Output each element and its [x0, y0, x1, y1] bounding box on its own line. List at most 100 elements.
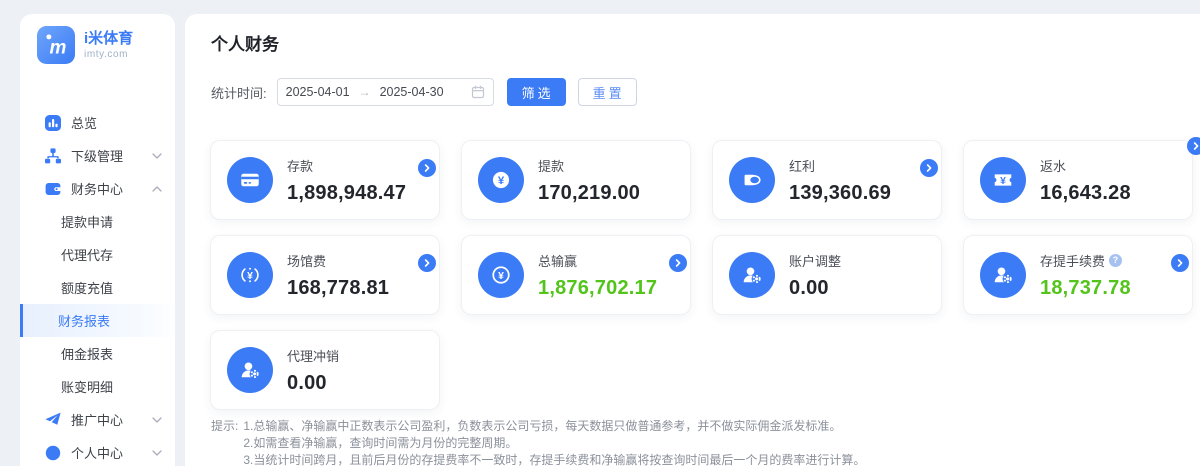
sitemap-icon [44, 147, 62, 165]
sidebar-subitem-label: 代理代存 [61, 245, 113, 264]
notes-prefix: 提示: [211, 418, 238, 466]
sidebar-item-label: 推广中心 [71, 410, 123, 429]
arrow-right-button[interactable] [669, 254, 687, 272]
sidebar-item-label: 总览 [71, 113, 97, 132]
svg-text:¥: ¥ [498, 175, 505, 187]
logo: m i米体育 imty.com [20, 14, 175, 64]
stat-card-value: 139,360.69 [789, 182, 891, 205]
sidebar-subitem[interactable]: 提款申请 [20, 205, 175, 238]
ticket-yuan-icon: ¥ [980, 157, 1026, 203]
coins-icon [729, 157, 775, 203]
sidebar-subitem-active[interactable]: 财务报表 [20, 304, 175, 337]
end-date-value: 2025-04-30 [380, 85, 444, 99]
chevron-down-icon [152, 153, 162, 159]
sidebar-subitem[interactable]: 佣金报表 [20, 337, 175, 370]
note-line: 2.如需查看净输赢，查询时间需为月份的完整周期。 [243, 435, 865, 452]
stat-cards: 存款 1,898,948.47 ¥ 提款 170,219.00 红利 139,360.69 ¥… [210, 140, 1200, 410]
notes: 提示: 1.总输赢、净输赢中正数表示公司盈利，负数表示公司亏损，每天数据只做普通… [211, 418, 1200, 466]
stat-card-label: 提款 [538, 156, 564, 175]
chevron-down-icon [152, 417, 162, 423]
sidebar: m i米体育 imty.com 总览下级管理财务中心提款申请代理代存额度充值财务… [20, 14, 175, 466]
stat-card: ¥ 场馆费 168,778.81 [210, 235, 440, 315]
sidebar-subitem-label: 财务报表 [58, 311, 110, 330]
sidebar-subitem[interactable]: 代理代存 [20, 238, 175, 271]
stat-card-value: 16,643.28 [1040, 182, 1131, 205]
arrow-right-button[interactable] [1187, 137, 1200, 155]
sidebar-subitem-label: 佣金报表 [61, 344, 113, 363]
yuan-coin-icon: ¥ [478, 252, 524, 298]
stat-card-value: 0.00 [789, 277, 841, 300]
stat-card: 账户调整 0.00 [712, 235, 942, 315]
brand-domain: imty.com [84, 48, 133, 61]
stat-card: 存提手续费? 18,737.78 [963, 235, 1193, 315]
user-gear-icon [729, 252, 775, 298]
sidebar-item-label: 财务中心 [71, 179, 123, 198]
stat-card: 代理冲销 0.00 [210, 330, 440, 410]
sidebar-item[interactable]: 个人中心 [20, 436, 175, 466]
stat-card-value: 1,898,948.47 [287, 182, 406, 205]
venue-yuan-icon: ¥ [227, 252, 273, 298]
date-range-picker[interactable]: 2025-04-01 → 2025-04-30 [277, 78, 494, 106]
sidebar-subitem[interactable]: 账变明细 [20, 370, 175, 403]
filter-button[interactable]: 筛选 [507, 78, 566, 106]
svg-text:¥: ¥ [1000, 176, 1006, 187]
sidebar-item[interactable]: 总览 [20, 106, 175, 139]
stat-card-label: 场馆费 [287, 251, 326, 270]
stat-card: ¥ 总输赢 1,876,702.17 [461, 235, 691, 315]
sidebar-item-label: 下级管理 [71, 146, 123, 165]
stat-card-label: 账户调整 [789, 251, 841, 270]
svg-text:m: m [49, 38, 66, 59]
user-gear-icon [227, 347, 273, 393]
filter-label: 统计时间: [211, 83, 267, 102]
chart-bar-icon [44, 114, 62, 132]
note-line: 3.当统计时间跨月，且前后月份的存提费率不一致时，存提手续费和净输赢将按查询时间… [243, 452, 865, 466]
calendar-icon [471, 85, 485, 99]
stat-card-value: 1,876,702.17 [538, 277, 657, 300]
help-icon[interactable]: ? [1109, 254, 1122, 267]
stat-card-label: 代理冲销 [287, 346, 339, 365]
chevron-up-icon [152, 186, 162, 192]
logo-text: i米体育 imty.com [84, 30, 133, 61]
sidebar-item-label: 个人中心 [71, 443, 123, 462]
sidebar-nav: 总览下级管理财务中心提款申请代理代存额度充值财务报表佣金报表账变明细推广中心个人… [20, 106, 175, 466]
page-title: 个人财务 [185, 14, 1200, 56]
notes-lines: 1.总输赢、净输赢中正数表示公司盈利，负数表示公司亏损，每天数据只做普通参考，并… [243, 418, 865, 466]
stat-card-label: 存提手续费 [1040, 251, 1105, 270]
reset-button[interactable]: 重置 [578, 78, 637, 106]
stat-card-label: 存款 [287, 156, 313, 175]
paper-plane-icon [44, 411, 62, 429]
stat-card-value: 0.00 [287, 372, 339, 395]
filter-bar: 统计时间: 2025-04-01 → 2025-04-30 筛选 重置 [211, 78, 1200, 106]
arrow-right-button[interactable] [418, 159, 436, 177]
main-panel: 个人财务 统计时间: 2025-04-01 → 2025-04-30 筛选 重置… [185, 14, 1200, 466]
credit-card-icon [227, 157, 273, 203]
brand-name: i米体育 [84, 30, 133, 48]
user-gear-icon [980, 252, 1026, 298]
brand-logo-icon: m [37, 26, 75, 64]
date-range-separator: → [359, 85, 371, 99]
stat-card-value: 18,737.78 [1040, 277, 1131, 300]
stat-card-value: 168,778.81 [287, 277, 389, 300]
user-circle-icon [44, 444, 62, 462]
sidebar-item[interactable]: 下级管理 [20, 139, 175, 172]
arrow-right-button[interactable] [920, 159, 938, 177]
arrow-right-button[interactable] [418, 254, 436, 272]
stat-card: ¥返水16,643.28 [963, 140, 1193, 220]
sidebar-subitem[interactable]: 额度充值 [20, 271, 175, 304]
stat-card: ¥ 提款 170,219.00 [461, 140, 691, 220]
yuan-circle-icon: ¥ [478, 157, 524, 203]
chevron-down-icon [152, 450, 162, 456]
sidebar-subitem-label: 提款申请 [61, 212, 113, 231]
stat-card: 存款 1,898,948.47 [210, 140, 440, 220]
sidebar-subitem-label: 账变明细 [61, 377, 113, 396]
sidebar-item[interactable]: 财务中心 [20, 172, 175, 205]
wallet-icon [44, 180, 62, 198]
page: m i米体育 imty.com 总览下级管理财务中心提款申请代理代存额度充值财务… [0, 0, 1200, 466]
stat-card-label: 红利 [789, 156, 815, 175]
sidebar-item[interactable]: 推广中心 [20, 403, 175, 436]
svg-text:¥: ¥ [498, 271, 504, 282]
stat-card-value: 170,219.00 [538, 182, 640, 205]
stat-card: 红利 139,360.69 [712, 140, 942, 220]
stat-card-label: 总输赢 [538, 251, 577, 270]
arrow-right-button[interactable] [1171, 254, 1189, 272]
